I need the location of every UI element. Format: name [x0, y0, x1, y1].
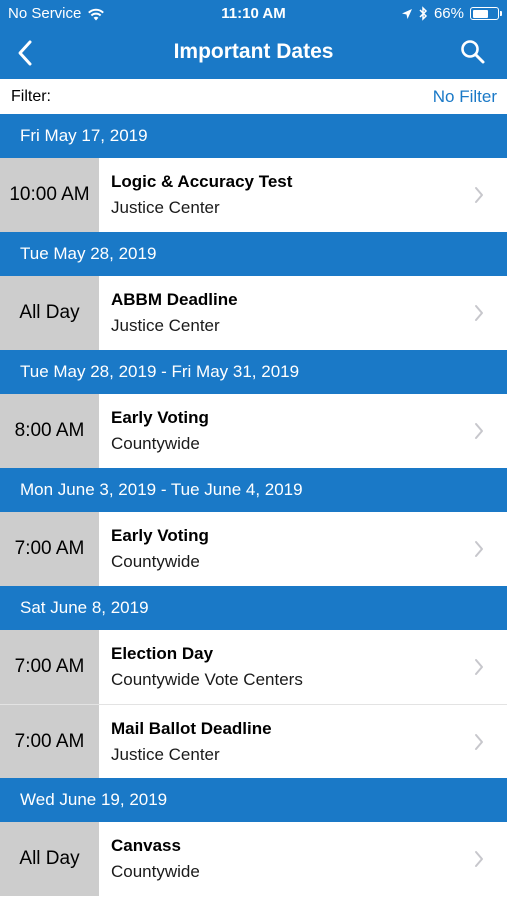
event-time: All Day	[0, 822, 99, 896]
event-info: Election Day Countywide Vote Centers	[99, 630, 507, 704]
filter-label: Filter:	[11, 88, 51, 105]
event-info: Early Voting Countywide	[99, 394, 507, 468]
filter-bar: Filter: No Filter	[0, 79, 507, 114]
event-location: Justice Center	[111, 316, 220, 335]
event-location: Countywide	[111, 434, 200, 453]
top-bar: No Service 11:10 AM 66% Important Dates	[0, 0, 507, 79]
event-info: Mail Ballot Deadline Justice Center	[99, 705, 507, 778]
battery-icon	[470, 7, 502, 20]
date-header: Tue May 28, 2019	[0, 232, 507, 276]
bluetooth-icon	[419, 6, 428, 21]
event-row[interactable]: All Day Canvass Countywide	[0, 822, 507, 896]
chevron-right-icon	[475, 423, 483, 439]
chevron-right-icon	[475, 734, 483, 750]
location-icon	[401, 8, 412, 19]
page-title: Important Dates	[173, 40, 334, 63]
event-location: Justice Center	[111, 744, 220, 764]
event-time: 7:00 AM	[0, 512, 99, 586]
event-row[interactable]: All Day ABBM Deadline Justice Center	[0, 276, 507, 350]
event-name: Election Day	[111, 644, 214, 663]
event-time: 7:00 AM	[0, 705, 99, 778]
event-location: Countywide	[111, 552, 200, 571]
event-row[interactable]: 7:00 AM Mail Ballot Deadline Justice Cente…	[0, 704, 507, 778]
status-bar: No Service 11:10 AM 66%	[0, 0, 507, 28]
event-info: Logic & Accuracy Test Justice Center	[99, 158, 507, 232]
date-header: Mon June 3, 2019 - Tue June 4, 2019	[0, 468, 507, 512]
event-name: ABBM Deadline	[111, 290, 238, 309]
event-time: 10:00 AM	[0, 158, 99, 232]
date-header: Tue May 28, 2019 - Fri May 31, 2019	[0, 350, 507, 394]
event-name: Mail Ballot Deadline	[111, 718, 272, 738]
event-location: Countywide	[111, 862, 200, 881]
chevron-right-icon	[475, 659, 483, 675]
event-info: Early Voting Countywide	[99, 512, 507, 586]
event-row[interactable]: 7:00 AM Early Voting Countywide	[0, 512, 507, 586]
event-time: 8:00 AM	[0, 394, 99, 468]
event-name: Early Voting	[111, 526, 209, 545]
event-row[interactable]: 7:00 AM Election Day Countywide Vote Cente…	[0, 630, 507, 704]
event-time: All Day	[0, 276, 99, 350]
battery-percent: 66%	[433, 5, 464, 22]
battery-level	[472, 9, 489, 18]
chevron-right-icon	[475, 305, 483, 321]
filter-select[interactable]: No Filter	[433, 87, 497, 107]
important-dates-list: Fri May 17, 2019 10:00 AM Logic & Accuracy…	[0, 114, 507, 896]
event-name: Canvass	[111, 836, 181, 855]
date-header: Fri May 17, 2019	[0, 114, 507, 158]
search-icon[interactable]	[459, 38, 487, 66]
event-info: ABBM Deadline Justice Center	[99, 276, 507, 350]
chevron-right-icon	[475, 541, 483, 557]
date-header: Sat June 8, 2019	[0, 586, 507, 630]
event-name: Early Voting	[111, 408, 209, 427]
event-info: Canvass Countywide	[99, 822, 507, 896]
date-header: Wed June 19, 2019	[0, 778, 507, 822]
event-location: Countywide Vote Centers	[111, 670, 303, 689]
event-row[interactable]: 8:00 AM Early Voting Countywide	[0, 394, 507, 468]
chevron-right-icon	[475, 187, 483, 203]
event-name: Logic & Accuracy Test	[111, 172, 293, 191]
navigation-bar: Important Dates	[0, 28, 507, 79]
chevron-right-icon	[475, 851, 483, 867]
event-time: 7:00 AM	[0, 630, 99, 704]
event-row[interactable]: 10:00 AM Logic & Accuracy Test Justice Cen…	[0, 158, 507, 232]
event-location: Justice Center	[111, 198, 220, 217]
